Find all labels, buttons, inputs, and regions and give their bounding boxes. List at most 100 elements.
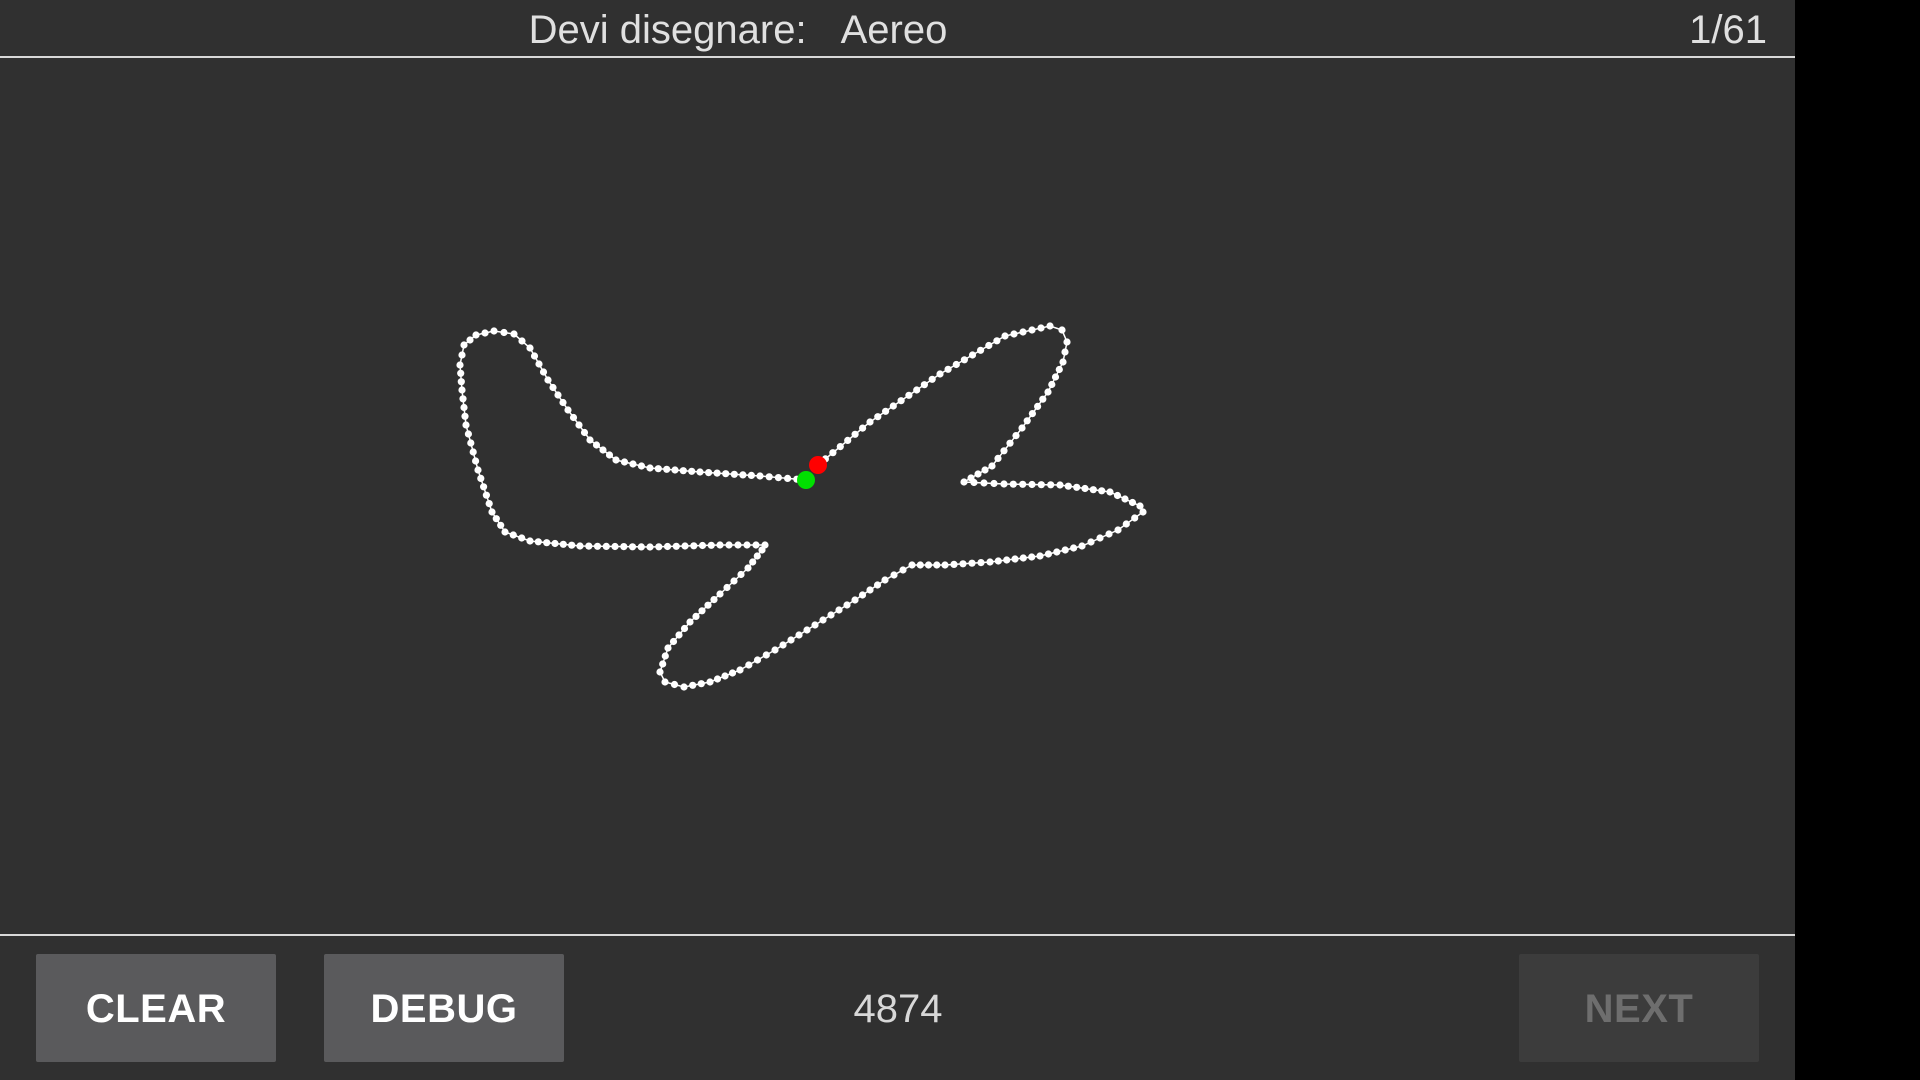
stroke-point [464,430,472,438]
stroke-point [705,469,713,477]
stroke-point [559,398,567,407]
stroke-point [559,540,567,548]
stroke-point [497,521,505,529]
stroke-point [829,449,837,457]
stroke-point [1048,380,1056,389]
stroke-point [1139,508,1147,516]
stroke-point [461,412,469,420]
stroke-point [743,541,751,549]
stroke-point [761,541,769,549]
stroke-point [889,402,897,410]
stroke-point [672,542,680,550]
stroke-point [899,566,907,574]
header-bar: Devi disegnare: Aereo 1/61 [0,0,1795,56]
stroke-point [675,631,683,639]
stroke-point [1078,542,1086,550]
stroke-point [480,483,488,491]
stroke-point [481,329,489,337]
stroke-point [933,561,941,569]
stroke-point [1131,514,1139,522]
next-button[interactable]: NEXT [1519,954,1759,1062]
debug-button[interactable]: DEBUG [324,954,564,1062]
stroke-point [1061,348,1069,356]
stroke-point [1128,498,1137,507]
stroke-point [851,596,859,604]
stroke-point [612,456,620,464]
drawing-prompt: Devi disegnare: Aereo [0,0,1476,56]
stroke-point [592,441,601,449]
stroke-point [753,552,761,560]
stroke-point [620,543,628,551]
stroke-point [458,386,466,394]
stroke-point [716,590,724,598]
drawing-canvas[interactable] [0,58,1795,934]
stroke-point [968,351,977,359]
stroke-point [526,537,534,545]
stroke-point [1106,488,1114,496]
stroke-point [1105,530,1113,538]
stroke-point [827,611,835,619]
stroke-point [1047,481,1055,489]
stroke-point [686,618,694,626]
stroke-point [628,543,637,551]
stroke-point [1059,358,1067,366]
stroke-point [661,652,669,660]
stroke-point [1096,534,1104,542]
stroke-point [936,370,944,378]
stroke-point [905,391,913,399]
stroke-point [836,443,844,451]
stroke-point [1053,548,1061,556]
stroke-point [629,460,637,468]
stroke-point [696,468,704,476]
stroke-point [851,430,859,438]
stroke-point [580,428,589,437]
stroke-point [526,344,534,352]
stroke-point [585,542,593,550]
stroke-point [1087,538,1095,546]
stroke-point [1003,556,1011,564]
stroke-point [637,543,645,551]
stroke-point [671,466,679,474]
stroke-point [661,678,669,686]
progress-counter: 1/61 [1689,8,1767,52]
stroke-point [745,661,753,669]
stroke-point [690,542,698,550]
stroke-point [1012,432,1020,440]
stroke-point [1063,338,1071,346]
stroke-point [688,467,696,475]
clear-button[interactable]: CLEAR [36,954,276,1062]
stroke-point [544,376,552,384]
stroke-point [568,541,576,549]
stroke-point [874,413,882,421]
stroke-point [736,666,744,674]
stroke-point [611,542,619,551]
stroke-point [689,681,697,689]
stroke-point [710,596,718,604]
stroke-point [858,591,867,599]
stroke-point [1028,480,1036,489]
stroke-point [749,558,757,566]
stroke-point [543,539,551,547]
stroke-point [460,341,468,349]
stroke-point [1081,484,1089,493]
stroke-point [795,631,803,639]
stroke-point [605,451,614,459]
stroke-point [916,561,924,569]
stroke-point [500,328,508,337]
stroke-point [586,436,594,444]
stroke-point [551,539,559,548]
stroke-point [753,656,762,664]
stroke-point [620,458,629,466]
stroke-point [990,479,998,488]
stroke-point [539,368,548,376]
stroke-point [890,571,898,579]
stroke-point [518,337,526,345]
stroke-point [1028,326,1036,334]
stroke-point [774,474,783,482]
stroke-point [986,558,994,566]
stroke-point [467,439,475,447]
stroke-point [952,360,960,369]
stroke-point [1061,546,1069,554]
stroke-point [985,341,993,350]
stroke-point [950,560,958,568]
